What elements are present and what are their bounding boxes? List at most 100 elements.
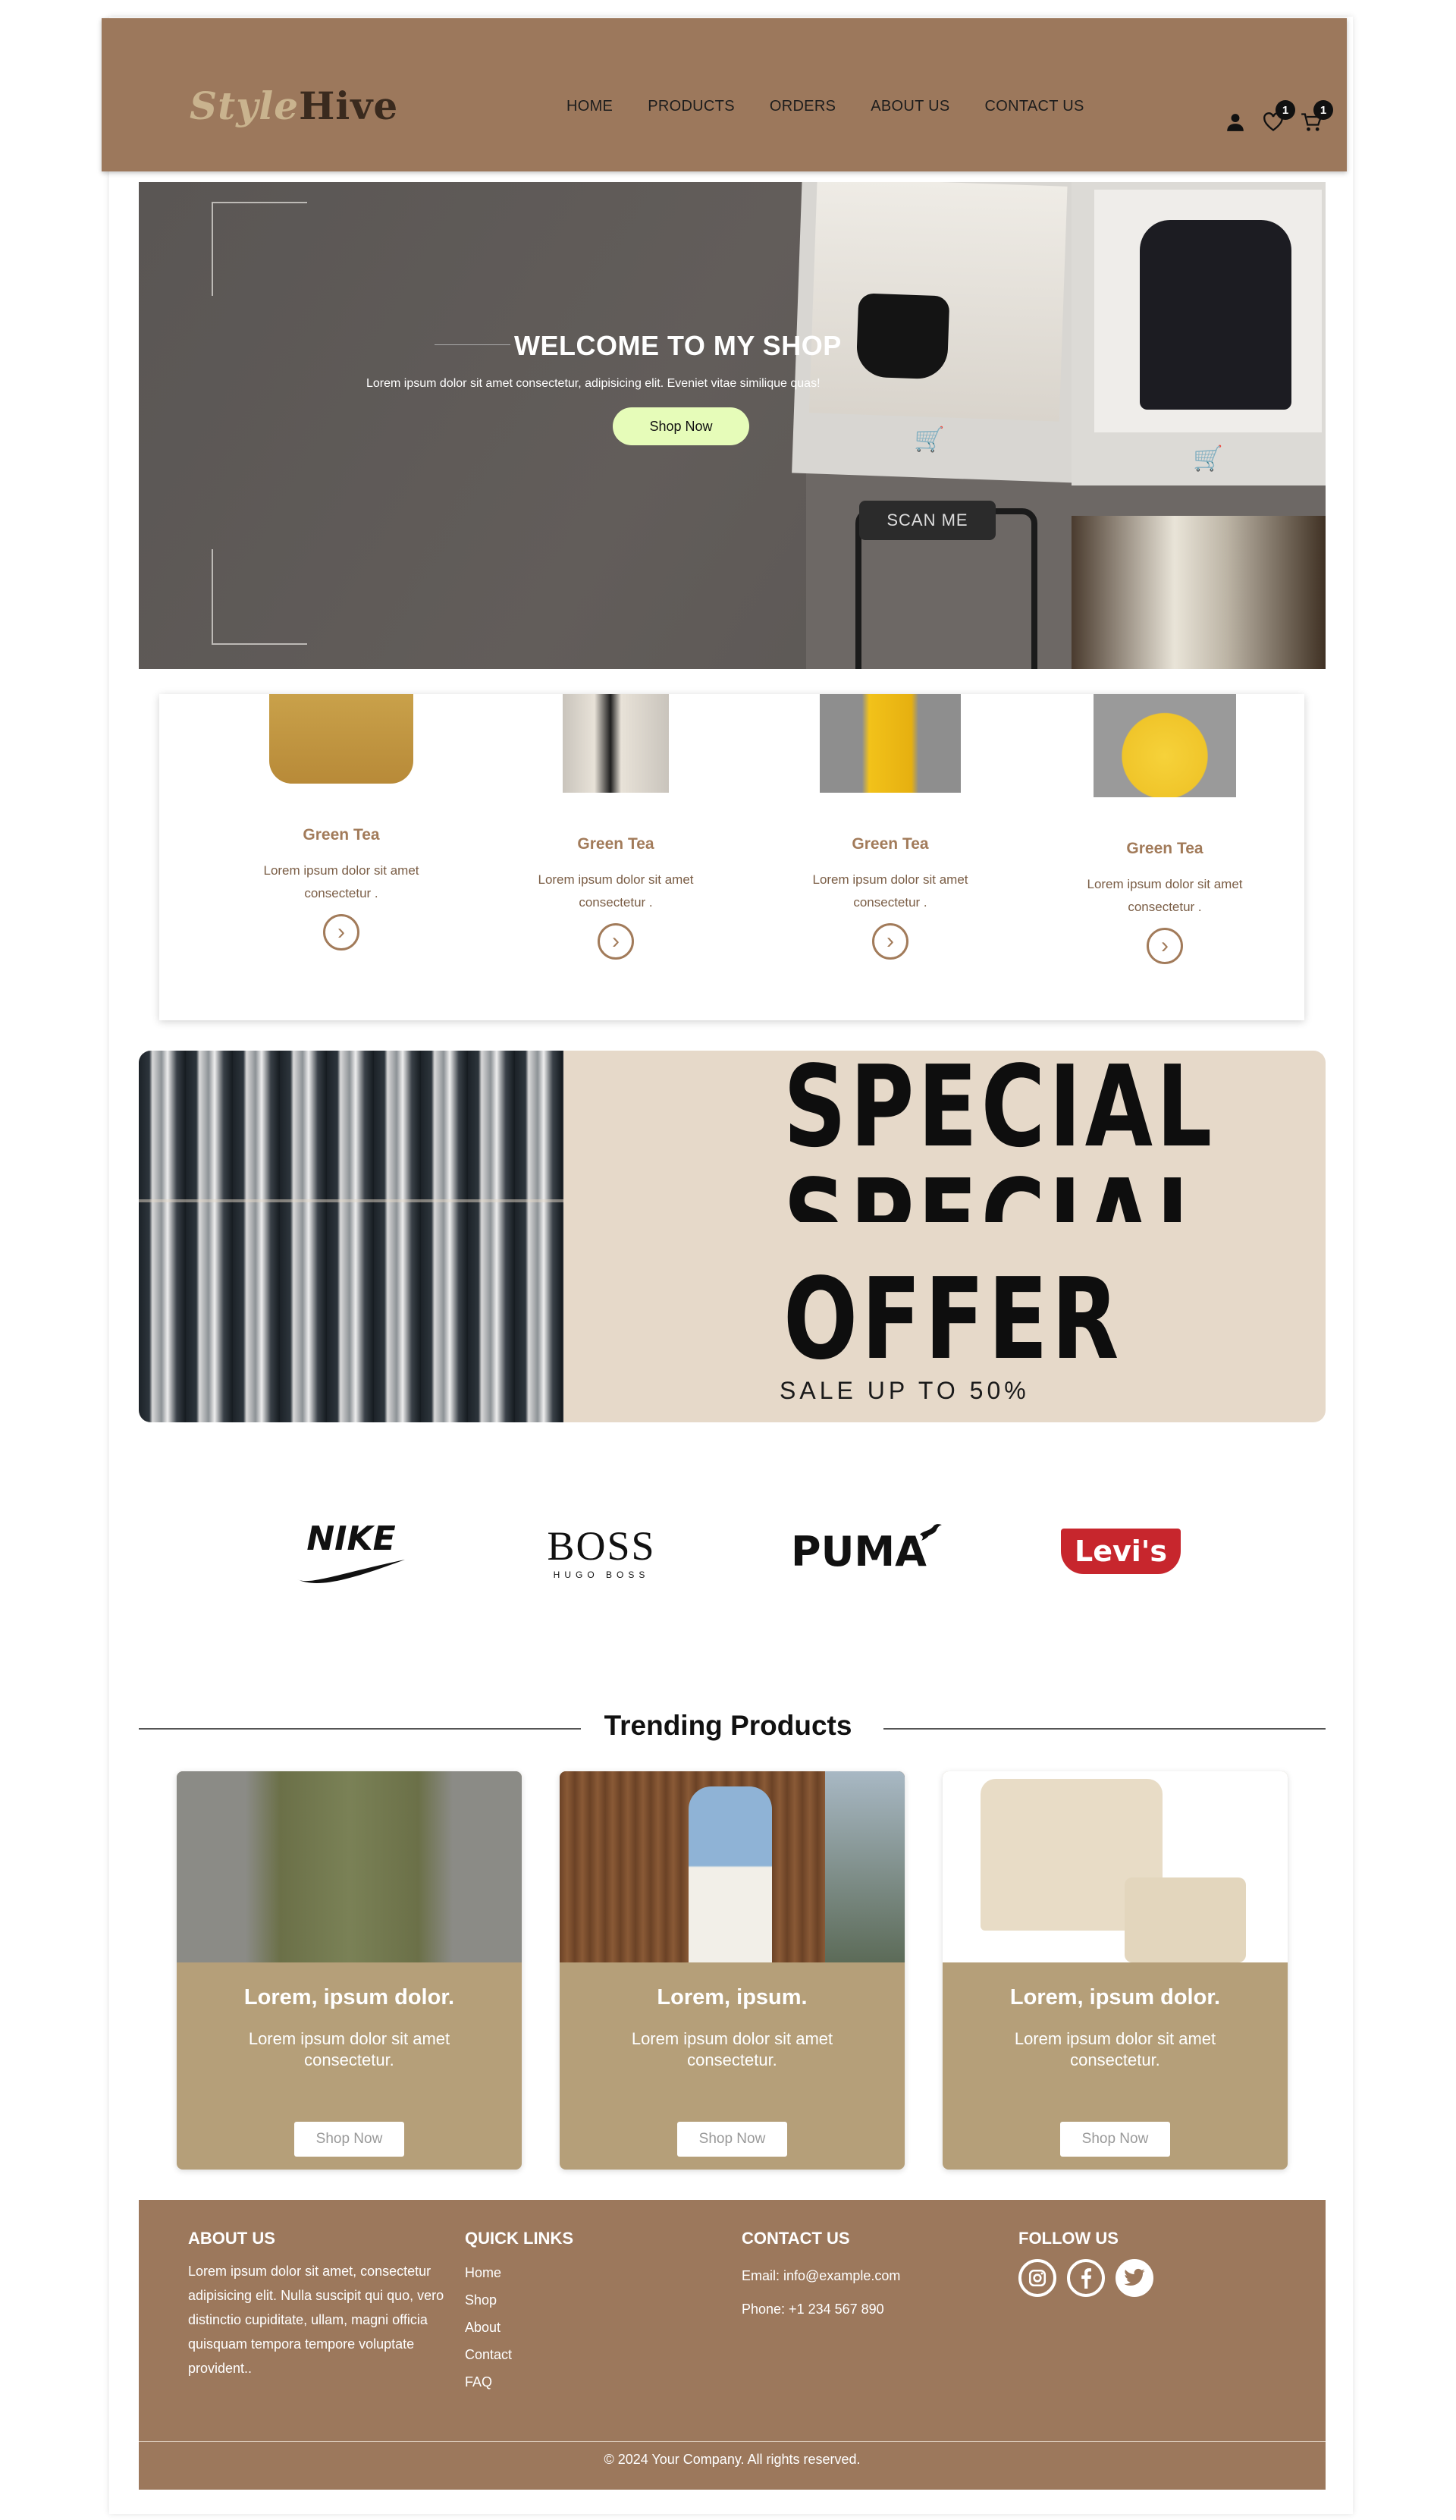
product-shop-now-button[interactable]: Shop Now: [294, 2122, 404, 2157]
footer-contact: CONTACT US Email: info@example.com Phone…: [742, 2229, 984, 2326]
category-title: Green Tea: [577, 835, 654, 853]
product-card: Lorem, ipsum dolor. Lorem ipsum dolor si…: [943, 1771, 1288, 2170]
nav-products[interactable]: PRODUCTS: [648, 98, 735, 115]
footer-links-title: QUICK LINKS: [465, 2229, 573, 2248]
boss-logo[interactable]: BOSS HUGO BOSS: [541, 1510, 662, 1593]
product-image: [943, 1771, 1288, 1962]
product-shop-now-button[interactable]: Shop Now: [1060, 2122, 1170, 2157]
category-text: Lorem ipsum dolor sit amet consectetur .: [1087, 877, 1243, 914]
footer-link-home[interactable]: Home: [465, 2259, 692, 2286]
offer-headline-3: OFFER: [783, 1254, 1123, 1384]
category-card: Green Tea Lorem ipsum dolor sit amet con…: [220, 694, 463, 950]
twitter-icon[interactable]: [1116, 2259, 1153, 2297]
site-footer: ABOUT US Lorem ipsum dolor sit amet, con…: [139, 2200, 1326, 2490]
hero-title: WELCOME TO MY SHOP: [514, 330, 842, 361]
cart-count-badge: 1: [1313, 100, 1333, 120]
chevron-right-icon: ›: [337, 919, 345, 944]
footer-email: Email: info@example.com: [742, 2268, 901, 2283]
category-card: Green Tea Lorem ipsum dolor sit amet con…: [1043, 694, 1286, 964]
hero-subtitle: Lorem ipsum dolor sit amet consectetur, …: [366, 377, 821, 390]
category-arrow-button[interactable]: ›: [872, 923, 908, 960]
corner-bracket-top: [212, 202, 307, 296]
main-nav: HOME PRODUCTS ORDERS ABOUT US CONTACT US: [566, 98, 1084, 115]
offer-headline-1: SPECIAL: [783, 1051, 1216, 1172]
category-title: Green Tea: [303, 826, 380, 844]
footer-link-about[interactable]: About: [465, 2314, 692, 2341]
footer-divider: [139, 2441, 1326, 2442]
cart-icon: 🛒: [914, 425, 946, 454]
footer-phone: Phone: +1 234 567 890: [742, 2302, 884, 2317]
category-arrow-button[interactable]: ›: [598, 923, 634, 960]
footer-link-faq[interactable]: FAQ: [465, 2368, 692, 2396]
swoosh-icon: [297, 1559, 405, 1583]
category-title: Green Tea: [852, 835, 929, 853]
hero-banner: 🛒 🛒 SCAN ME WELCOME TO MY SHOP Lorem ips…: [139, 182, 1326, 669]
product-description: Lorem ipsum dolor sit amet consectetur.: [631, 2029, 833, 2069]
levis-logo[interactable]: Levi's: [1060, 1510, 1181, 1593]
hero-title-rule: [435, 344, 510, 345]
category-text: Lorem ipsum dolor sit amet consectetur .: [812, 872, 968, 910]
social-links: [1018, 2259, 1246, 2297]
category-arrow-button[interactable]: ›: [323, 914, 359, 950]
cart-icon[interactable]: 1: [1298, 100, 1333, 135]
category-arrow-button[interactable]: ›: [1147, 928, 1183, 964]
offer-subtitle: SALE UP TO 50%: [780, 1377, 1030, 1404]
cart-icon: 🛒: [1193, 445, 1223, 472]
product-title: Lorem, ipsum dolor.: [243, 1985, 455, 2009]
nav-orders[interactable]: ORDERS: [770, 98, 836, 115]
wishlist-heart-icon[interactable]: 1: [1260, 100, 1295, 135]
instagram-icon[interactable]: [1018, 2259, 1056, 2297]
site-logo[interactable]: StyleHive: [190, 83, 398, 128]
category-image: [1094, 694, 1236, 797]
puma-logo[interactable]: PUMA: [791, 1510, 943, 1593]
wishlist-count-badge: 1: [1276, 100, 1295, 120]
category-card: Green Tea Lorem ipsum dolor sit amet con…: [494, 694, 737, 960]
product-title: Lorem, ipsum dolor.: [1009, 1985, 1221, 2009]
nav-home[interactable]: HOME: [566, 98, 613, 115]
footer-contact-title: CONTACT US: [742, 2229, 850, 2248]
footer-about-title: ABOUT US: [188, 2229, 275, 2248]
category-cards: Green Tea Lorem ipsum dolor sit amet con…: [159, 694, 1304, 1020]
category-image: [820, 694, 961, 793]
footer-link-shop[interactable]: Shop: [465, 2286, 692, 2314]
footer-follow-title: FOLLOW US: [1018, 2229, 1119, 2248]
puma-cat-icon: [920, 1524, 942, 1541]
category-title: Green Tea: [1126, 840, 1203, 857]
product-title: Lorem, ipsum.: [657, 1985, 808, 2009]
nav-about-us[interactable]: ABOUT US: [871, 98, 949, 115]
hero-frame-shirt: 🛒: [1072, 182, 1326, 485]
nike-logo[interactable]: NIKE: [283, 1510, 419, 1593]
trending-title: Trending Products: [0, 1710, 1456, 1742]
product-card: Lorem, ipsum dolor. Lorem ipsum dolor si…: [177, 1771, 522, 2170]
special-offer-banner[interactable]: SPECIAL SPECIAL OFFER SALE UP TO 50%: [139, 1051, 1326, 1422]
user-icon[interactable]: [1222, 109, 1248, 135]
chevron-right-icon: ›: [612, 929, 620, 954]
offer-headline-2: SPECIAL: [783, 1164, 1216, 1222]
footer-quick-links: QUICK LINKS Home Shop About Contact FAQ: [465, 2229, 692, 2396]
category-text: Lorem ipsum dolor sit amet consectetur .: [263, 863, 419, 900]
product-description: Lorem ipsum dolor sit amet consectetur.: [248, 2029, 450, 2069]
hero-shop-now-button[interactable]: Shop Now: [613, 407, 749, 445]
product-shop-now-button[interactable]: Shop Now: [677, 2122, 787, 2157]
facebook-icon[interactable]: [1067, 2259, 1105, 2297]
shirt-image: [1140, 220, 1291, 410]
chevron-right-icon: ›: [886, 929, 894, 954]
handbag-image: [855, 293, 950, 380]
product-image: [560, 1771, 905, 1962]
brand-logos: NIKE BOSS HUGO BOSS PUMA Levi's: [139, 1479, 1326, 1631]
footer-follow: FOLLOW US: [1018, 2229, 1246, 2297]
chevron-right-icon: ›: [1161, 933, 1169, 958]
footer-about-text: Lorem ipsum dolor sit amet, consectetur …: [188, 2264, 444, 2376]
corner-bracket-bottom: [212, 549, 307, 645]
footer-link-contact[interactable]: Contact: [465, 2341, 692, 2368]
clothes-rack-image: [139, 1051, 563, 1422]
scan-me-label: SCAN ME: [859, 501, 996, 540]
category-image: [269, 694, 413, 784]
product-description: Lorem ipsum dolor sit amet consectetur.: [1014, 2029, 1216, 2069]
category-card: Green Tea Lorem ipsum dolor sit amet con…: [769, 694, 1012, 960]
nav-contact-us[interactable]: CONTACT US: [985, 98, 1084, 115]
product-image: [177, 1771, 522, 1962]
product-card: Lorem, ipsum. Lorem ipsum dolor sit amet…: [560, 1771, 905, 2170]
category-image: [563, 694, 669, 793]
footer-about: ABOUT US Lorem ipsum dolor sit amet, con…: [188, 2229, 446, 2380]
